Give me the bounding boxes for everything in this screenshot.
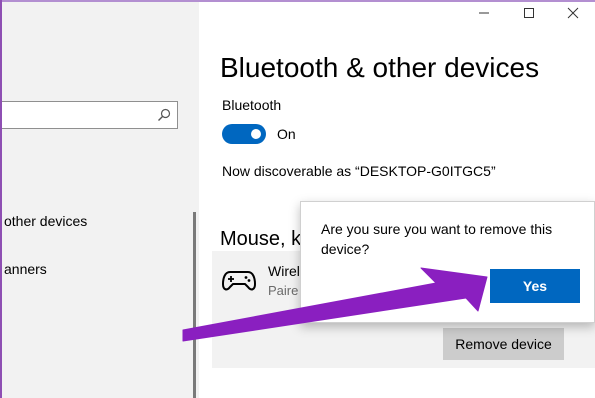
confirm-dialog: Are you sure you want to remove this dev… xyxy=(300,201,595,323)
toggle-knob xyxy=(251,129,261,139)
sidebar-scrollbar[interactable] xyxy=(193,212,196,398)
maximize-icon xyxy=(524,8,534,18)
device-name: Wirel xyxy=(268,263,300,279)
sidebar: other devices anners xyxy=(0,0,199,398)
close-button[interactable] xyxy=(551,2,595,24)
close-icon xyxy=(567,7,579,19)
toggle-state-label: On xyxy=(277,126,296,142)
confirm-question: Are you sure you want to remove this dev… xyxy=(321,221,553,257)
sidebar-item-scanners[interactable]: anners xyxy=(4,261,47,277)
search-icon[interactable] xyxy=(157,108,171,122)
search-input[interactable] xyxy=(0,101,178,129)
page-title: Bluetooth & other devices xyxy=(220,52,540,83)
yes-button[interactable]: Yes xyxy=(490,269,580,303)
device-status: Paire xyxy=(268,283,299,298)
discoverable-text: Now discoverable as “DESKTOP-G0ITGC5” xyxy=(222,163,496,179)
minimize-button[interactable] xyxy=(462,2,506,24)
maximize-button[interactable] xyxy=(507,2,551,24)
bluetooth-toggle[interactable] xyxy=(222,124,266,144)
section-heading: Mouse, k xyxy=(220,228,302,250)
window-border-left xyxy=(0,0,2,398)
gamepad-icon xyxy=(222,271,256,291)
bluetooth-label: Bluetooth xyxy=(222,97,282,113)
sidebar-item-other-devices[interactable]: other devices xyxy=(4,213,87,229)
remove-device-button[interactable]: Remove device xyxy=(443,328,564,360)
minimize-icon xyxy=(479,12,489,14)
